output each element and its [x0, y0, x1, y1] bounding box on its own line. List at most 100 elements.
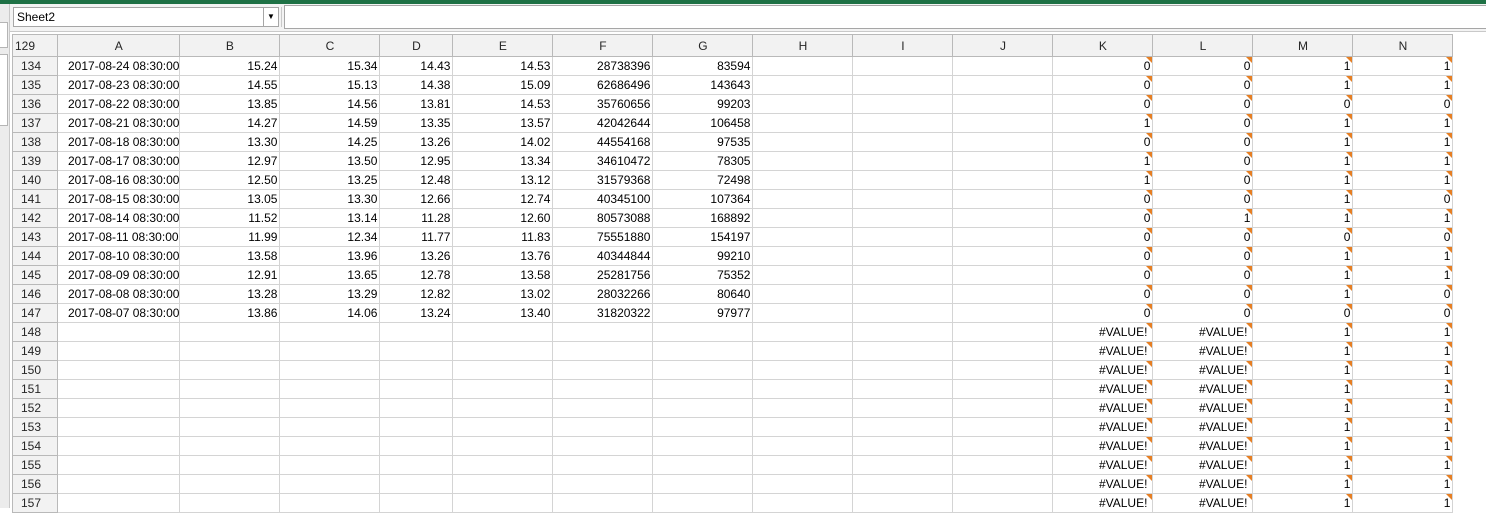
- cell-h[interactable]: [752, 94, 854, 114]
- cell-a[interactable]: 2017-08-21 08:30:00: [56, 113, 181, 133]
- cell-d[interactable]: 13.26: [379, 132, 454, 152]
- cell-f[interactable]: 28738396: [552, 56, 654, 76]
- cell-l[interactable]: 0: [1152, 189, 1254, 209]
- cell-n[interactable]: 1: [1352, 360, 1454, 380]
- cell-a[interactable]: [56, 341, 181, 361]
- cell-i[interactable]: [852, 398, 954, 418]
- cell-d[interactable]: 13.81: [379, 94, 454, 114]
- cell-b[interactable]: 13.58: [179, 246, 281, 266]
- row-header[interactable]: 149: [12, 341, 58, 361]
- cell-a[interactable]: [56, 379, 181, 399]
- cell-a[interactable]: [56, 474, 181, 494]
- row-header[interactable]: 145: [12, 265, 58, 285]
- cell-h[interactable]: [752, 284, 854, 304]
- cell-k[interactable]: 1: [1052, 170, 1154, 190]
- cell-c[interactable]: [279, 379, 381, 399]
- cell-e[interactable]: 13.02: [452, 284, 554, 304]
- cell-n[interactable]: 1: [1352, 265, 1454, 285]
- cell-b[interactable]: [179, 455, 281, 475]
- cell-b[interactable]: [179, 398, 281, 418]
- row-header[interactable]: 148: [12, 322, 58, 342]
- cell-e[interactable]: 13.12: [452, 170, 554, 190]
- cell-d[interactable]: 13.35: [379, 113, 454, 133]
- cell-d[interactable]: [379, 417, 454, 437]
- cell-f[interactable]: [552, 322, 654, 342]
- cell-a[interactable]: [56, 493, 181, 513]
- column-header-m[interactable]: M: [1252, 34, 1354, 57]
- cell-c[interactable]: 14.56: [279, 94, 381, 114]
- cell-l[interactable]: #VALUE!: [1152, 379, 1254, 399]
- cell-h[interactable]: [752, 208, 854, 228]
- cell-c[interactable]: 13.65: [279, 265, 381, 285]
- row-header[interactable]: 144: [12, 246, 58, 266]
- cell-d[interactable]: 12.82: [379, 284, 454, 304]
- cell-a[interactable]: [56, 398, 181, 418]
- cell-n[interactable]: 1: [1352, 151, 1454, 171]
- cell-n[interactable]: 1: [1352, 493, 1454, 513]
- cell-m[interactable]: 1: [1252, 170, 1354, 190]
- cell-b[interactable]: 13.85: [179, 94, 281, 114]
- cell-f[interactable]: [552, 474, 654, 494]
- cell-c[interactable]: 13.29: [279, 284, 381, 304]
- cell-m[interactable]: 0: [1252, 227, 1354, 247]
- cell-h[interactable]: [752, 360, 854, 380]
- cell-e[interactable]: [452, 474, 554, 494]
- cell-b[interactable]: 11.52: [179, 208, 281, 228]
- cell-n[interactable]: 1: [1352, 436, 1454, 456]
- cell-e[interactable]: 13.40: [452, 303, 554, 323]
- cell-m[interactable]: 1: [1252, 360, 1354, 380]
- cell-f[interactable]: 40345100: [552, 189, 654, 209]
- cell-k[interactable]: #VALUE!: [1052, 360, 1154, 380]
- cell-j[interactable]: [952, 189, 1054, 209]
- cell-h[interactable]: [752, 303, 854, 323]
- cell-c[interactable]: 15.34: [279, 56, 381, 76]
- cell-m[interactable]: 1: [1252, 75, 1354, 95]
- column-header-j[interactable]: J: [952, 34, 1054, 57]
- cell-d[interactable]: [379, 360, 454, 380]
- cell-c[interactable]: [279, 322, 381, 342]
- cell-n[interactable]: 1: [1352, 455, 1454, 475]
- cell-n[interactable]: 1: [1352, 322, 1454, 342]
- cell-k[interactable]: 0: [1052, 246, 1154, 266]
- cell-m[interactable]: 1: [1252, 341, 1354, 361]
- cell-b[interactable]: [179, 360, 281, 380]
- cell-k[interactable]: #VALUE!: [1052, 493, 1154, 513]
- cell-b[interactable]: 13.86: [179, 303, 281, 323]
- cell-c[interactable]: [279, 436, 381, 456]
- cell-m[interactable]: 1: [1252, 189, 1354, 209]
- cell-k[interactable]: 0: [1052, 94, 1154, 114]
- cell-h[interactable]: [752, 455, 854, 475]
- cell-e[interactable]: [452, 493, 554, 513]
- cell-a[interactable]: 2017-08-17 08:30:00: [56, 151, 181, 171]
- row-header[interactable]: 142: [12, 208, 58, 228]
- cell-f[interactable]: 31820322: [552, 303, 654, 323]
- cell-c[interactable]: 14.25: [279, 132, 381, 152]
- cell-m[interactable]: 1: [1252, 246, 1354, 266]
- cell-f[interactable]: [552, 398, 654, 418]
- cell-f[interactable]: [552, 455, 654, 475]
- cell-j[interactable]: [952, 246, 1054, 266]
- cell-j[interactable]: [952, 170, 1054, 190]
- row-header[interactable]: 139: [12, 151, 58, 171]
- cell-c[interactable]: 12.34: [279, 227, 381, 247]
- cell-g[interactable]: [652, 436, 754, 456]
- row-header[interactable]: 137: [12, 113, 58, 133]
- cell-h[interactable]: [752, 417, 854, 437]
- cell-d[interactable]: [379, 436, 454, 456]
- cell-m[interactable]: 1: [1252, 265, 1354, 285]
- cell-h[interactable]: [752, 132, 854, 152]
- cell-h[interactable]: [752, 436, 854, 456]
- cell-g[interactable]: [652, 455, 754, 475]
- cell-c[interactable]: [279, 341, 381, 361]
- cell-l[interactable]: 0: [1152, 94, 1254, 114]
- cell-h[interactable]: [752, 151, 854, 171]
- cell-g[interactable]: 97977: [652, 303, 754, 323]
- cell-k[interactable]: 0: [1052, 132, 1154, 152]
- cell-a[interactable]: [56, 417, 181, 437]
- cell-f[interactable]: 42042644: [552, 113, 654, 133]
- cell-m[interactable]: 1: [1252, 455, 1354, 475]
- cell-k[interactable]: #VALUE!: [1052, 436, 1154, 456]
- cell-c[interactable]: 13.14: [279, 208, 381, 228]
- cell-m[interactable]: 1: [1252, 322, 1354, 342]
- column-header-c[interactable]: C: [279, 34, 381, 57]
